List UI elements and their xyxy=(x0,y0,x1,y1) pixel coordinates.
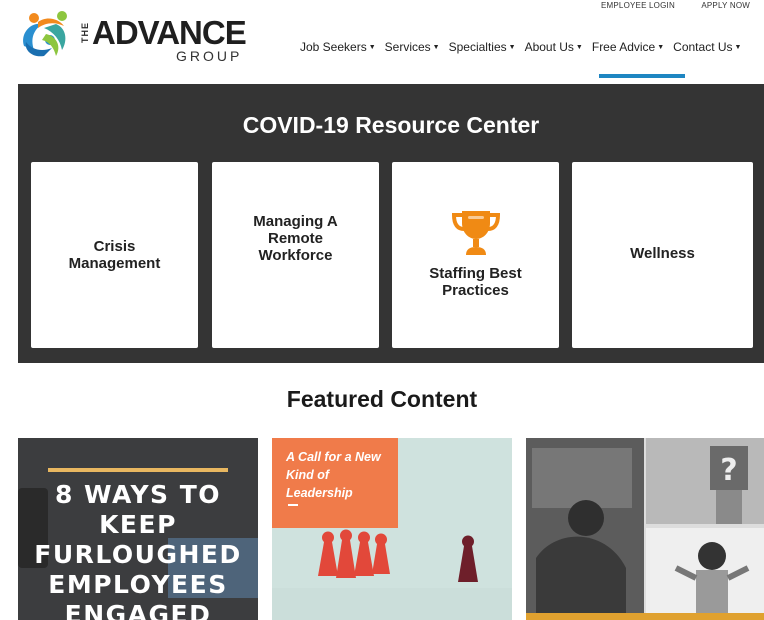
caret-down-icon: ▼ xyxy=(575,44,583,51)
featured-content-title: Featured Content xyxy=(286,386,478,412)
featured-item-collage[interactable]: ? xyxy=(526,438,764,620)
caret-down-icon: ▼ xyxy=(734,44,742,51)
advance-group-logo[interactable]: THE ADVANCE GROUP xyxy=(16,6,248,66)
nav-label: Contact Us xyxy=(673,40,733,54)
svg-text:?: ? xyxy=(720,453,737,488)
nav-label: Job Seekers xyxy=(300,40,367,54)
nav-services[interactable]: Services ▼ xyxy=(385,40,440,54)
employee-login-link[interactable]: EMPLOYEE LOGIN xyxy=(601,1,675,10)
main-nav: Job Seekers ▼ Services ▼ Specialties ▼ Abou… xyxy=(300,40,750,54)
accent-bar xyxy=(48,468,228,472)
thumb-headline: 8 WAYS TO KEEP FURLOUGHED EMPLOYEES ENGA… xyxy=(34,480,242,620)
dash-mark xyxy=(288,504,298,506)
caret-down-icon: ▼ xyxy=(508,44,516,51)
logo-figures-icon xyxy=(23,11,67,57)
card-label: Staffing Best Practices xyxy=(429,265,522,299)
caret-down-icon: ▼ xyxy=(432,44,440,51)
nav-label: Services xyxy=(384,40,431,54)
nav-specialties[interactable]: Specialties ▼ xyxy=(449,40,516,54)
nav-contact-us[interactable]: Contact Us ▼ xyxy=(673,40,741,54)
covid-title: COVID-19 Resource Center xyxy=(242,112,540,138)
site-header: EMPLOYEE LOGIN APPLY NOW THE ADVANCE GRO… xyxy=(0,0,764,82)
utility-links: EMPLOYEE LOGIN APPLY NOW xyxy=(577,1,750,10)
accent-bar xyxy=(526,613,764,620)
covid-resource-center: COVID-19 Resource Center Crisis Manageme… xyxy=(18,84,764,363)
apply-now-link[interactable]: APPLY NOW xyxy=(701,1,750,10)
thumb-headline: A Call for a New Kind of Leadership xyxy=(286,450,381,500)
active-nav-indicator xyxy=(599,74,685,78)
nav-label: About Us xyxy=(524,40,574,54)
featured-item-new-leadership[interactable]: A Call for a New Kind of Leadership xyxy=(272,438,512,620)
nav-label: Specialties xyxy=(448,40,507,54)
card-crisis-management[interactable]: Crisis Management xyxy=(31,162,198,348)
nav-about-us[interactable]: About Us ▼ xyxy=(525,40,583,54)
caret-down-icon: ▼ xyxy=(368,44,376,51)
card-label: Crisis Management xyxy=(68,238,161,272)
photo-collage-image: ? xyxy=(526,438,764,620)
featured-item-furloughed-employees[interactable]: 8 WAYS TO KEEP FURLOUGHED EMPLOYEES ENGA… xyxy=(18,438,258,620)
nav-free-advice[interactable]: Free Advice ▼ xyxy=(592,40,664,54)
card-label: Wellness xyxy=(630,244,695,262)
logo-advance: ADVANCE xyxy=(92,14,247,51)
card-label: Managing A Remote Workforce xyxy=(253,212,338,264)
card-remote-workforce[interactable]: Managing A Remote Workforce xyxy=(212,162,379,348)
nav-label: Free Advice xyxy=(591,40,656,54)
trophy-icon xyxy=(451,211,500,255)
logo-the: THE xyxy=(80,22,90,43)
card-staffing-best-practices[interactable]: Staffing Best Practices xyxy=(392,162,559,348)
nav-job-seekers[interactable]: Job Seekers ▼ xyxy=(300,40,376,54)
card-wellness[interactable]: Wellness xyxy=(572,162,753,348)
caret-down-icon: ▼ xyxy=(657,44,665,51)
logo-group: GROUP xyxy=(176,48,243,64)
